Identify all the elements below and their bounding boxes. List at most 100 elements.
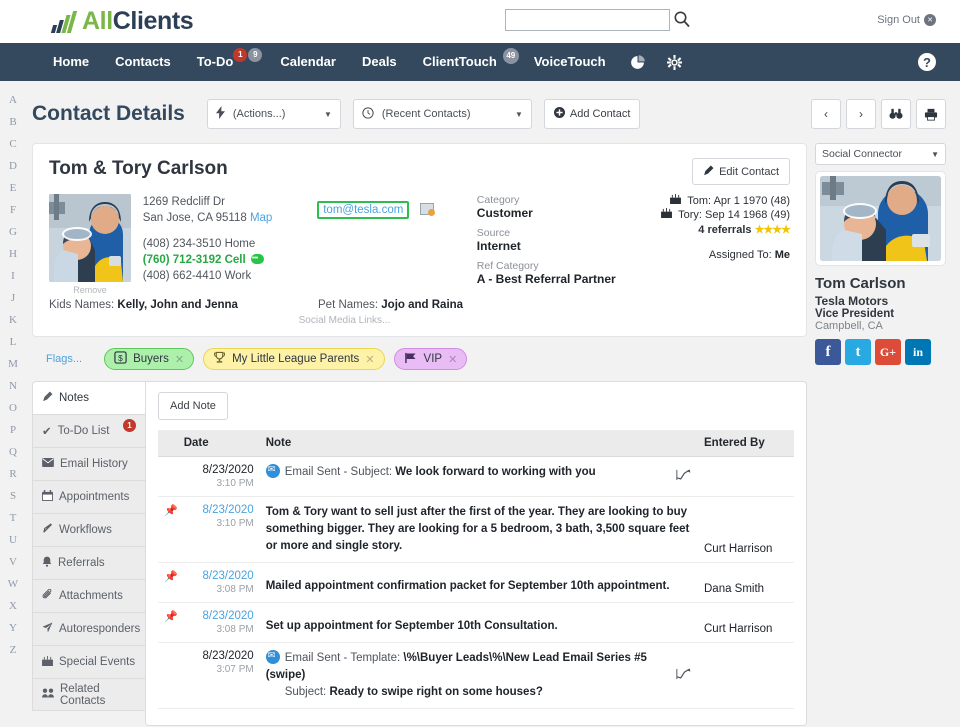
tab-autoresponders[interactable]: Autoresponders	[32, 612, 145, 645]
send-email-icon[interactable]	[420, 203, 434, 215]
social-connector-dropdown[interactable]: Social Connector ▼	[815, 143, 946, 165]
tab-email-history[interactable]: Email History	[32, 447, 145, 480]
table-row[interactable]: 📌 8/23/2020 3:08 PM Mailed appointment c…	[158, 563, 794, 603]
flag-buyers-remove[interactable]: ✕	[175, 353, 184, 366]
tab-related-contacts[interactable]: Related Contacts	[32, 678, 145, 711]
pin-icon[interactable]: 📌	[164, 571, 178, 583]
note-pin-cell[interactable]	[158, 457, 178, 497]
add-contact-button[interactable]: Add Contact	[544, 99, 641, 129]
phone-work[interactable]: (408) 662-4410 Work	[143, 268, 318, 284]
pie-chart-icon[interactable]	[619, 55, 656, 70]
tab-workflows[interactable]: Workflows	[32, 513, 145, 546]
nav-item-home[interactable]: Home	[40, 43, 102, 81]
alpha-s[interactable]: S	[2, 485, 24, 507]
help-icon[interactable]: ?	[918, 53, 936, 71]
flag-little-league-parents[interactable]: My Little League Parents ✕	[203, 348, 384, 370]
app-logo[interactable]: AllClients	[52, 7, 193, 36]
tab-appointments[interactable]: Appointments	[32, 480, 145, 513]
map-link[interactable]: Map	[250, 212, 272, 224]
remove-photo-link[interactable]: Remove	[49, 285, 131, 295]
linkedin-icon[interactable]: in	[905, 339, 931, 365]
flag-vip[interactable]: VIP ✕	[394, 348, 468, 370]
tab-special-events[interactable]: Special Events	[32, 645, 145, 678]
pin-icon[interactable]: 📌	[164, 505, 178, 517]
search-icon[interactable]	[673, 10, 691, 28]
binoculars-icon[interactable]	[881, 99, 911, 129]
phone-cell[interactable]: (760) 712-3192 Cell	[143, 254, 246, 266]
flag-little-league-remove[interactable]: ✕	[365, 353, 374, 366]
nav-item-todo[interactable]: To-Do 1 9	[184, 43, 268, 81]
note-pin-cell[interactable]: 📌	[158, 603, 178, 643]
print-button[interactable]	[916, 99, 946, 129]
alpha-c[interactable]: C	[2, 133, 24, 155]
alpha-e[interactable]: E	[2, 177, 24, 199]
actions-dropdown[interactable]: (Actions...) ▼	[207, 99, 341, 129]
edit-contact-button[interactable]: Edit Contact	[692, 158, 790, 185]
nav-item-clienttouch[interactable]: ClientTouch 49	[410, 43, 521, 81]
note-pin-cell[interactable]: 📌	[158, 563, 178, 603]
tab-referrals[interactable]: Referrals	[32, 546, 145, 579]
note-date[interactable]: 8/23/2020	[203, 504, 254, 516]
phone-home[interactable]: (408) 234-3510 Home	[143, 236, 318, 252]
alpha-o[interactable]: O	[2, 397, 24, 419]
email-address[interactable]: tom@tesla.com	[317, 201, 409, 219]
note-date[interactable]: 8/23/2020	[203, 610, 254, 622]
table-row[interactable]: 📌 8/23/2020 3:08 PM Set up appointment f…	[158, 603, 794, 643]
note-date[interactable]: 8/23/2020	[203, 570, 254, 582]
alpha-r[interactable]: R	[2, 463, 24, 485]
note-pin-cell[interactable]	[158, 643, 178, 709]
contact-photo[interactable]	[49, 194, 131, 282]
nav-item-calendar[interactable]: Calendar	[267, 43, 349, 81]
google-plus-icon[interactable]: G+	[875, 339, 901, 365]
flags-label[interactable]: Flags...	[46, 353, 82, 365]
alpha-f[interactable]: F	[2, 199, 24, 221]
facebook-icon[interactable]: f	[815, 339, 841, 365]
alpha-a[interactable]: A	[2, 89, 24, 111]
nav-item-contacts[interactable]: Contacts	[102, 43, 184, 81]
alpha-q[interactable]: Q	[2, 441, 24, 463]
table-row[interactable]: 8/23/2020 3:07 PM Email Sent - Template:…	[158, 643, 794, 709]
recent-contacts-dropdown[interactable]: (Recent Contacts) ▼	[353, 99, 532, 129]
alpha-h[interactable]: H	[2, 243, 24, 265]
alpha-b[interactable]: B	[2, 111, 24, 133]
alpha-t[interactable]: T	[2, 507, 24, 529]
nav-item-deals[interactable]: Deals	[349, 43, 410, 81]
email-stats-chart-icon[interactable]	[676, 469, 691, 484]
social-media-links[interactable]: Social Media Links...	[49, 315, 790, 326]
alpha-p[interactable]: P	[2, 419, 24, 441]
alpha-g[interactable]: G	[2, 221, 24, 243]
table-row[interactable]: 8/23/2020 3:10 PM Email Sent - Subject: …	[158, 457, 794, 497]
gear-icon[interactable]	[656, 55, 693, 70]
nav-item-voicetouch[interactable]: VoiceTouch	[521, 43, 619, 81]
alpha-k[interactable]: K	[2, 309, 24, 331]
next-contact-button[interactable]: ›	[846, 99, 876, 129]
twitter-icon[interactable]: t	[845, 339, 871, 365]
social-profile-photo[interactable]	[820, 176, 941, 261]
alpha-y[interactable]: Y	[2, 617, 24, 639]
alpha-w[interactable]: W	[2, 573, 24, 595]
table-row[interactable]: 📌 8/23/2020 3:10 PM Tom & Tory want to s…	[158, 497, 794, 563]
alpha-u[interactable]: U	[2, 529, 24, 551]
sms-icon[interactable]	[251, 254, 264, 264]
alpha-x[interactable]: X	[2, 595, 24, 617]
alpha-m[interactable]: M	[2, 353, 24, 375]
tab-attachments[interactable]: Attachments	[32, 579, 145, 612]
add-note-button[interactable]: Add Note	[158, 392, 228, 420]
search-input[interactable]	[505, 9, 670, 31]
alpha-j[interactable]: J	[2, 287, 24, 309]
sign-out-button[interactable]: Sign Out	[877, 14, 936, 26]
alpha-v[interactable]: V	[2, 551, 24, 573]
alpha-n[interactable]: N	[2, 375, 24, 397]
pin-icon[interactable]: 📌	[164, 611, 178, 623]
alpha-i[interactable]: I	[2, 265, 24, 287]
note-stats-cell[interactable]	[668, 457, 698, 497]
note-pin-cell[interactable]: 📌	[158, 497, 178, 563]
tab-todo-list[interactable]: ✔ To-Do List 1	[32, 414, 145, 447]
note-stats-cell[interactable]	[668, 643, 698, 709]
prev-contact-button[interactable]: ‹	[811, 99, 841, 129]
flag-vip-remove[interactable]: ✕	[448, 353, 457, 366]
flag-buyers[interactable]: $ Buyers ✕	[104, 348, 194, 370]
alpha-d[interactable]: D	[2, 155, 24, 177]
tab-notes[interactable]: Notes	[32, 381, 145, 414]
email-stats-chart-icon[interactable]	[676, 668, 691, 683]
